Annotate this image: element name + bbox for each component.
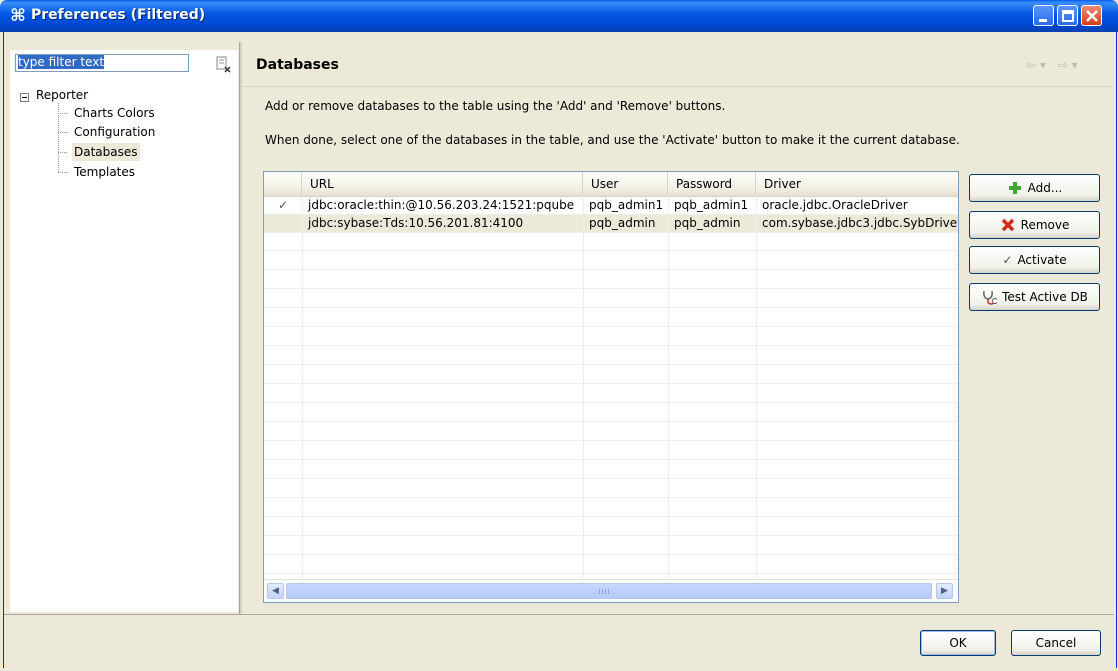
tree-connector (58, 132, 68, 133)
tree-item-configuration[interactable]: Configuration (74, 123, 155, 141)
minimize-icon (1039, 19, 1047, 22)
empty-table-row (264, 442, 958, 460)
cell-url: jdbc:oracle:thin:@10.56.203.24:1521:pqub… (308, 198, 575, 212)
empty-table-row (264, 499, 958, 517)
empty-table-row (264, 480, 958, 498)
active-check-icon (264, 215, 302, 233)
cancel-button[interactable]: Cancel (1011, 630, 1101, 656)
scroll-left-button[interactable]: ◀ (267, 583, 284, 599)
activate-button[interactable]: ✓ Activate (969, 246, 1100, 274)
empty-table-row (264, 347, 958, 365)
active-check-icon: ✓ (277, 198, 289, 212)
close-button[interactable] (1081, 5, 1102, 26)
empty-table-row (264, 461, 958, 479)
add-icon (1008, 182, 1021, 194)
empty-table-row (264, 537, 958, 555)
filter-input[interactable]: type filter text (15, 54, 189, 72)
cell-user: pqb_admin (589, 216, 656, 230)
title-bar[interactable]: ⌘ Preferences (Filtered) (0, 0, 1118, 32)
ok-button-label: OK (949, 636, 967, 650)
maximize-button[interactable] (1057, 5, 1078, 26)
add-button-label: Add... (1027, 181, 1063, 195)
scroll-thumb[interactable] (286, 583, 932, 599)
cell-url: jdbc:sybase:Tds:10.56.201.81:4100 (308, 216, 524, 230)
close-icon (1086, 10, 1098, 22)
cancel-button-label: Cancel (1035, 636, 1077, 650)
column-header-url[interactable]: URL (302, 172, 583, 196)
empty-table-row (264, 556, 958, 574)
ok-button[interactable]: OK (920, 630, 996, 656)
table-row[interactable]: jdbc:sybase:Tds:10.56.201.81:4100 pqb_ad… (264, 215, 958, 233)
window-title: Preferences (Filtered) (31, 7, 206, 23)
tree-connector (58, 113, 68, 114)
forward-arrow-icon[interactable]: ⇨ ▾ (1058, 58, 1078, 72)
empty-table-row (264, 252, 958, 270)
scroll-grip-icon (599, 589, 609, 594)
tree-item-templates[interactable]: Templates (74, 163, 135, 181)
history-navigation: ⇦ ▾ ⇨ ▾ (1026, 58, 1078, 72)
empty-table-row (264, 423, 958, 441)
preferences-icon: ⌘ (10, 6, 26, 26)
table-header: URL User Password Driver (264, 172, 958, 197)
page-title: Databases (256, 57, 339, 73)
column-header-active[interactable] (264, 172, 302, 196)
table-row[interactable]: ✓ jdbc:oracle:thin:@10.56.203.24:1521:pq… (264, 197, 958, 215)
add-button[interactable]: Add... (969, 174, 1100, 202)
cell-driver: oracle.jdbc.OracleDriver (762, 198, 908, 212)
column-divider (583, 196, 584, 580)
reporter-collapse-toggle[interactable] (20, 93, 29, 102)
filter-text: type filter text (18, 55, 105, 69)
empty-table-row (264, 290, 958, 308)
cell-driver: com.sybase.jdbc3.jdbc.SybDriver (762, 216, 958, 230)
empty-table-row (264, 309, 958, 327)
preferences-window: ⌘ Preferences (Filtered) type filter tex… (0, 0, 1118, 671)
clear-filter-button[interactable] (215, 56, 233, 74)
cell-user: pqb_admin1 (589, 198, 664, 212)
column-divider (756, 196, 757, 580)
empty-table-row (264, 233, 958, 251)
test-active-db-button[interactable]: Test Active DB (969, 283, 1100, 311)
footer-divider (4, 614, 1114, 615)
tree-connector (58, 152, 68, 153)
column-divider (302, 196, 303, 580)
remove-button-label: Remove (1020, 218, 1070, 232)
column-header-user[interactable]: User (583, 172, 668, 196)
empty-table-row (264, 404, 958, 422)
remove-icon (1001, 218, 1014, 232)
maximize-icon (1062, 10, 1074, 22)
back-arrow-icon[interactable]: ⇦ ▾ (1026, 58, 1046, 72)
empty-table-row (264, 385, 958, 403)
column-header-driver[interactable]: Driver (756, 172, 958, 196)
clear-filter-icon (216, 56, 231, 73)
remove-button[interactable]: Remove (969, 211, 1100, 239)
test-active-db-label: Test Active DB (1002, 290, 1088, 304)
minimize-button[interactable] (1033, 5, 1054, 26)
tree-connector (58, 172, 68, 173)
description-activate: When done, select one of the databases i… (265, 133, 960, 147)
header-divider (242, 86, 1112, 87)
checkmark-icon: ✓ (1002, 253, 1013, 267)
stethoscope-icon (983, 290, 998, 305)
empty-table-row (264, 518, 958, 536)
horizontal-scrollbar[interactable]: ◀ ▶ (264, 579, 958, 602)
column-divider (668, 196, 669, 580)
databases-table[interactable]: URL User Password Driver ✓ jdbc:oracle:t… (263, 171, 959, 603)
cell-password: pqb_admin1 (674, 198, 749, 212)
cell-password: pqb_admin (674, 216, 741, 230)
description-add-remove: Add or remove databases to the table usi… (265, 99, 726, 113)
tree-item-charts-colors[interactable]: Charts Colors (74, 104, 155, 122)
empty-table-row (264, 271, 958, 289)
activate-button-label: Activate (1017, 253, 1067, 267)
scroll-right-button[interactable]: ▶ (936, 583, 953, 599)
column-header-password[interactable]: Password (668, 172, 756, 196)
tree-item-databases[interactable]: Databases (72, 143, 140, 161)
empty-table-row (264, 328, 958, 346)
empty-table-row (264, 366, 958, 384)
tree-item-reporter[interactable]: Reporter (36, 86, 88, 104)
panel-splitter[interactable] (239, 42, 242, 614)
